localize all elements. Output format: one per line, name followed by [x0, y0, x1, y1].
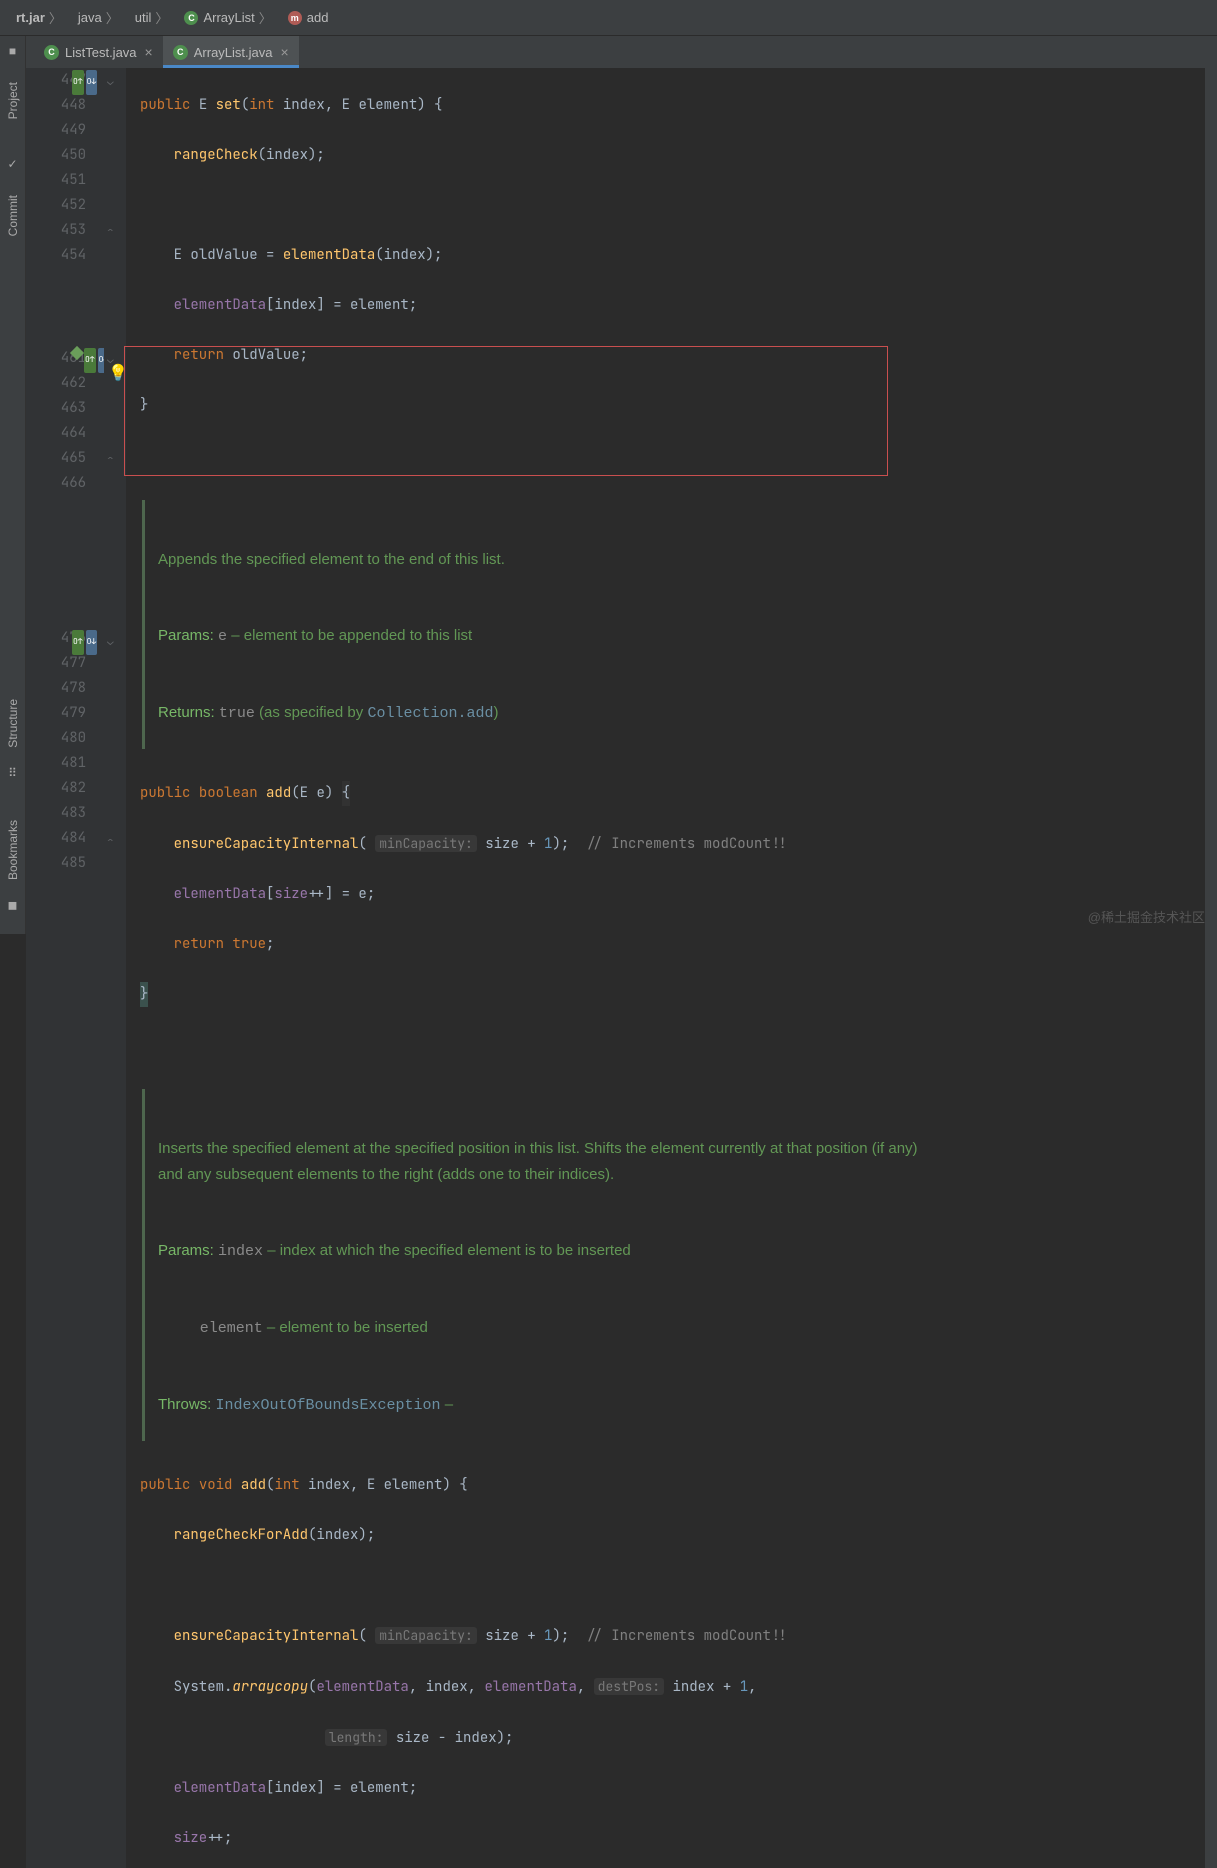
- fold-end-icon[interactable]: ⌃: [107, 220, 114, 245]
- javadoc-block: Appends the specified element to the end…: [140, 497, 1205, 752]
- rail-commit[interactable]: Commit: [6, 195, 20, 236]
- crumb-method[interactable]: madd: [282, 8, 335, 27]
- line-number[interactable]: 453: [26, 218, 86, 243]
- line-number[interactable]: 449: [26, 118, 86, 143]
- line-number[interactable]: 454: [26, 243, 86, 268]
- class-file-icon: C: [173, 45, 188, 60]
- line-number[interactable]: 450: [26, 143, 86, 168]
- javadoc-block: Inserts the specified element at the spe…: [140, 1086, 1205, 1444]
- parameter-hint: minCapacity:: [375, 835, 477, 852]
- fold-end-icon[interactable]: ⌃: [107, 830, 114, 855]
- line-number[interactable]: 448: [26, 93, 86, 118]
- method-icon: m: [288, 11, 302, 25]
- fold-end-icon[interactable]: ⌃: [107, 448, 114, 473]
- rail-structure[interactable]: Structure: [6, 699, 20, 748]
- line-number[interactable]: 465: [26, 446, 86, 471]
- editor-tabs: C ListTest.java × C ArrayList.java ×: [26, 36, 1217, 68]
- fold-column: ⌄ ⌃ ⌄ ⌃ ⌄ ⌃: [104, 68, 126, 1868]
- line-number[interactable]: 483: [26, 801, 86, 826]
- close-icon[interactable]: ×: [145, 44, 153, 60]
- structure-icon[interactable]: ⠿: [8, 766, 17, 780]
- crumb-java[interactable]: java〉: [72, 6, 129, 29]
- override-icon[interactable]: O↑O↓: [72, 70, 97, 95]
- fold-toggle-icon[interactable]: ⌄: [107, 630, 114, 655]
- close-icon[interactable]: ×: [280, 44, 288, 60]
- line-number[interactable]: 451: [26, 168, 86, 193]
- line-number[interactable]: 480: [26, 726, 86, 751]
- commit-icon[interactable]: ✓: [7, 157, 17, 171]
- crumb-rtjar[interactable]: rt.jar〉: [10, 6, 72, 29]
- crumb-class[interactable]: CArrayList〉: [178, 6, 281, 29]
- tab-arraylist[interactable]: C ArrayList.java ×: [163, 36, 299, 68]
- code-area[interactable]: public E set(int index, E element) { ran…: [126, 68, 1205, 1868]
- line-number[interactable]: 484: [26, 826, 86, 851]
- line-number[interactable]: 464: [26, 421, 86, 446]
- line-number[interactable]: 466: [26, 471, 86, 496]
- line-number[interactable]: 485: [26, 851, 86, 876]
- line-number[interactable]: 452: [26, 193, 86, 218]
- fold-toggle-icon[interactable]: ⌄: [107, 70, 114, 95]
- rail-bookmarks[interactable]: Bookmarks: [6, 820, 20, 880]
- rail-project[interactable]: Project: [6, 82, 20, 119]
- parameter-hint: destPos:: [594, 1678, 664, 1695]
- intention-bulb-icon[interactable]: 💡: [108, 360, 128, 385]
- chevron-right-icon: 〉: [155, 8, 168, 27]
- line-number[interactable]: 482: [26, 776, 86, 801]
- override-icon[interactable]: O↑O↓: [72, 630, 97, 655]
- line-number[interactable]: 478: [26, 676, 86, 701]
- parameter-hint: length:: [325, 1729, 388, 1746]
- chevron-right-icon: 〉: [106, 8, 119, 27]
- gutter: 447 448 449 450 451 452 453 454 461 462 …: [26, 68, 104, 1868]
- vertical-scrollbar[interactable]: [1205, 68, 1217, 1868]
- class-file-icon: C: [44, 45, 59, 60]
- chevron-right-icon: 〉: [49, 8, 62, 27]
- project-icon[interactable]: ■: [9, 44, 16, 58]
- breadcrumb: rt.jar〉 java〉 util〉 CArrayList〉 madd: [0, 0, 1217, 36]
- line-number[interactable]: 479: [26, 701, 86, 726]
- tab-listtest[interactable]: C ListTest.java ×: [34, 36, 163, 68]
- class-icon: C: [184, 11, 198, 25]
- parameter-hint: minCapacity:: [375, 1627, 477, 1644]
- javadoc-link[interactable]: IndexOutOfBoundsException: [216, 1397, 441, 1414]
- tool-rail-left: ■ Project ✓ Commit Structure ⠿ Bookmarks…: [0, 36, 26, 934]
- line-number[interactable]: 463: [26, 396, 86, 421]
- watermark-text: @稀土掘金技术社区: [1088, 907, 1205, 926]
- line-number[interactable]: 462: [26, 371, 86, 396]
- chevron-right-icon: 〉: [259, 8, 272, 27]
- line-number[interactable]: 481: [26, 751, 86, 776]
- crumb-util[interactable]: util〉: [129, 6, 179, 29]
- code-editor[interactable]: 447 448 449 450 451 452 453 454 461 462 …: [26, 68, 1217, 1868]
- javadoc-link[interactable]: Collection.add: [367, 705, 493, 722]
- bookmark-icon[interactable]: ◼: [8, 898, 18, 912]
